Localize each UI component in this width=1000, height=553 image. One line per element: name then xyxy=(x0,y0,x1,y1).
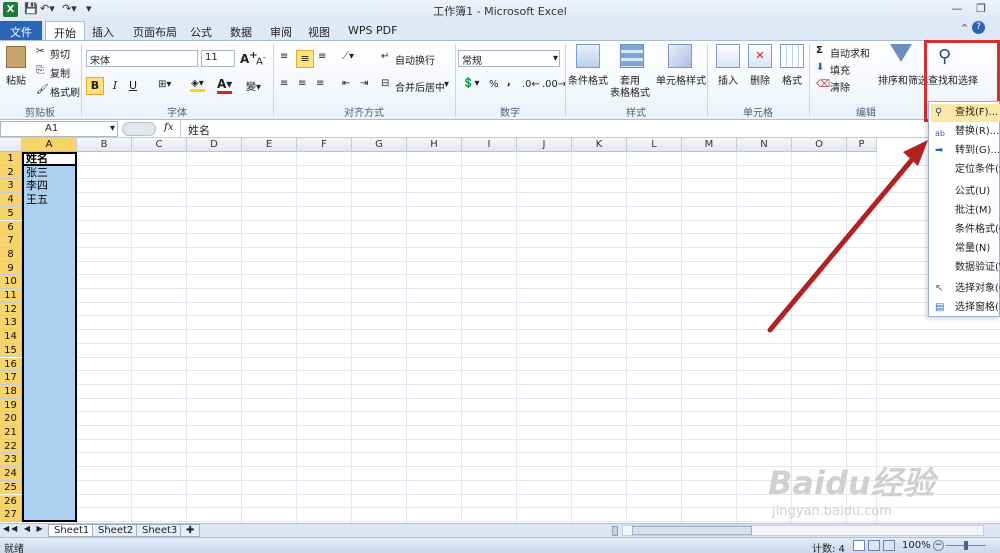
menu-item-select-objects[interactable]: ↖选择对象(O) xyxy=(931,280,1000,298)
arrow-right-icon: ➡ xyxy=(935,145,944,156)
status-ready: 就绪 xyxy=(4,544,24,553)
menu-item-goto[interactable]: ➡ 转到(G)... xyxy=(931,142,1000,160)
status-bar: 就绪 计数: 4 100% − xyxy=(0,537,1000,553)
replace-icon: ab xyxy=(935,129,945,138)
scroll-split-handle[interactable] xyxy=(612,526,618,536)
page-break-view-icon[interactable] xyxy=(883,540,895,551)
horizontal-scroll-thumb[interactable] xyxy=(632,526,752,535)
menu-item-replace[interactable]: ab 替换(R)... xyxy=(931,123,1000,141)
menu-item-constants[interactable]: 常量(N) xyxy=(931,240,1000,258)
menu-item-conditional-format[interactable]: 条件格式(C) xyxy=(931,221,1000,239)
find-select-menu: ⚲查找(F)... ab替换(R)... ➡转到(G)... 定位条件(S) 公… xyxy=(928,101,1000,317)
new-sheet-icon[interactable]: ✚ xyxy=(180,524,200,537)
menu-item-data-validation[interactable]: 数据验证(V) xyxy=(931,259,1000,277)
zoom-slider-thumb[interactable] xyxy=(964,541,968,550)
zoom-level[interactable]: 100% xyxy=(902,540,931,551)
sheet-tab-2[interactable]: Sheet2 xyxy=(92,524,140,537)
menu-item-goto-special[interactable]: 定位条件(S) xyxy=(931,161,1000,179)
cursor-icon: ↖ xyxy=(935,283,944,294)
sheet-tab-3[interactable]: Sheet3 xyxy=(136,524,184,537)
menu-item-selection-pane[interactable]: ▤选择窗格(P)... xyxy=(931,299,1000,317)
watermark: Baidu经验 jingyan.baidu.com xyxy=(760,440,1000,530)
status-count: 计数: 4 xyxy=(812,544,845,553)
normal-view-icon[interactable] xyxy=(853,540,865,551)
menu-item-comments[interactable]: 批注(M) xyxy=(931,202,1000,220)
watermark-url: jingyan.baidu.com xyxy=(772,504,892,519)
selection-pane-icon: ▤ xyxy=(935,302,945,313)
watermark-logo: Baidu经验 xyxy=(768,464,935,502)
sheet-tab-1[interactable]: Sheet1 xyxy=(48,524,96,537)
menu-item-find[interactable]: ⚲ 查找(F)... xyxy=(931,104,1000,122)
page-layout-view-icon[interactable] xyxy=(868,540,880,551)
binoculars-icon: ⚲ xyxy=(935,107,943,118)
menu-item-formulas[interactable]: 公式(U) xyxy=(931,183,1000,201)
zoom-out-icon[interactable]: − xyxy=(933,540,944,551)
